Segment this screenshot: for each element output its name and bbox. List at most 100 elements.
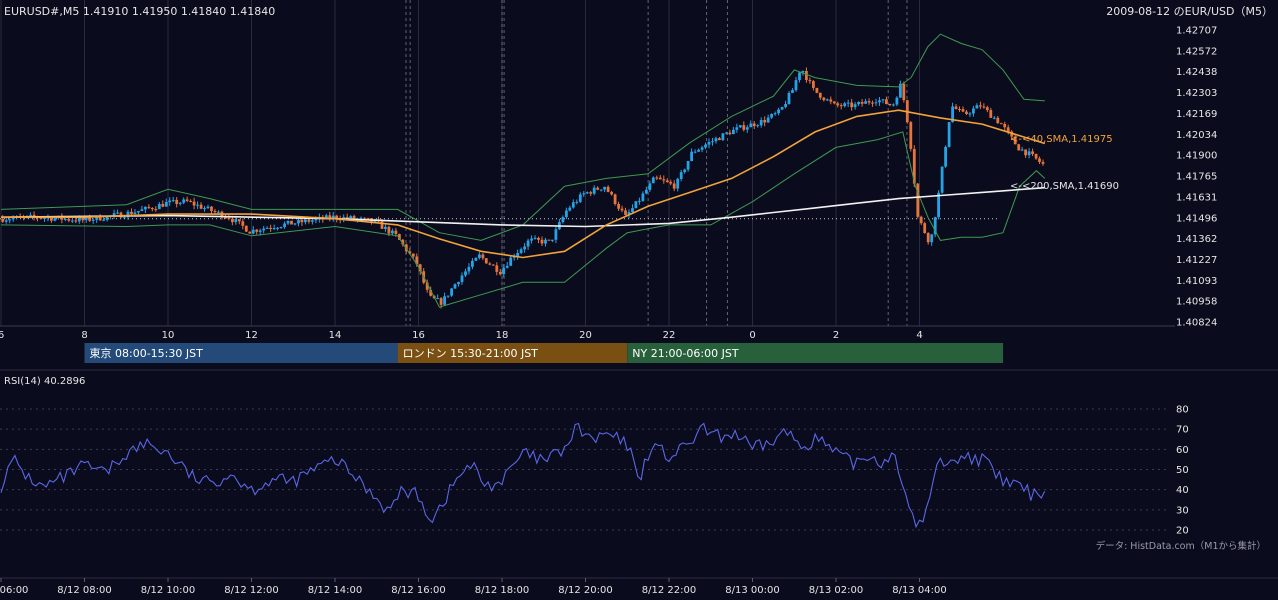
candle-body xyxy=(276,227,279,229)
candle-body xyxy=(613,194,617,204)
candle-body xyxy=(895,97,899,105)
candle-body xyxy=(112,213,116,216)
time-axis-label: 8/12 18:00 xyxy=(475,585,529,596)
chart-canvas: 1.42707 1.42572 1.42438 1.42303 1.42169 1.420… xyxy=(0,0,1278,600)
price-y-tick-label: 1.41227 xyxy=(1176,255,1217,266)
candle-body xyxy=(766,117,770,123)
candle-body xyxy=(436,298,439,300)
candle-body xyxy=(718,138,721,141)
candle-body xyxy=(888,104,892,105)
candle-body xyxy=(464,271,467,276)
candle-body xyxy=(721,133,725,141)
time-axis-label: 06:00 xyxy=(0,585,28,596)
candle-body xyxy=(171,199,175,201)
candle-body xyxy=(290,220,293,225)
price-y-tick-label: 1.41765 xyxy=(1176,172,1217,183)
time-axis-label: 8/12 16:00 xyxy=(391,585,445,596)
candle-body xyxy=(544,239,547,244)
candle-body xyxy=(825,99,829,101)
candle-body xyxy=(81,217,85,221)
source-note: データ: HistData.com（M1から集計） xyxy=(1096,540,1266,552)
price-x-tick-label: 22 xyxy=(663,330,676,341)
time-axis-label: 8/12 08:00 xyxy=(57,585,111,596)
candle-body xyxy=(972,108,975,114)
candle-body xyxy=(745,127,749,130)
candle-body xyxy=(411,253,415,257)
candle-body xyxy=(29,214,32,216)
candle-body xyxy=(634,201,638,209)
candle-body xyxy=(1027,151,1031,156)
candle-body xyxy=(665,180,669,182)
candle-body xyxy=(1024,149,1027,156)
sma40-label: <-<40,SMA,1.41975 xyxy=(1010,134,1113,145)
rsi-y-tick-label: 60 xyxy=(1176,445,1189,456)
price-y-tick-label: 1.40958 xyxy=(1176,297,1217,308)
candle-body xyxy=(502,267,506,275)
candle-body xyxy=(231,218,234,223)
candle-body xyxy=(457,282,460,285)
candle-body xyxy=(954,106,958,109)
candle-body xyxy=(70,220,74,222)
candle-body xyxy=(926,233,930,243)
candle-body xyxy=(658,177,662,180)
price-y-tick-label: 1.40824 xyxy=(1176,318,1217,329)
candle-body xyxy=(150,208,154,210)
candle-body xyxy=(850,102,854,108)
candle-body xyxy=(846,102,850,104)
candle-body xyxy=(992,117,996,119)
candle-body xyxy=(498,272,502,275)
candle-body xyxy=(210,206,213,212)
candle-body xyxy=(481,254,485,259)
candle-body xyxy=(363,217,366,219)
candle-body xyxy=(147,206,151,208)
candle-body xyxy=(43,217,46,219)
candle-body xyxy=(738,125,742,128)
candle-body xyxy=(164,202,168,207)
candle-body xyxy=(384,226,387,229)
candle-body xyxy=(140,209,144,211)
candle-body xyxy=(777,109,780,114)
candle-body xyxy=(829,99,833,102)
candle-body xyxy=(610,191,613,195)
candle-body xyxy=(857,102,860,105)
candle-body xyxy=(930,234,934,243)
candle-body xyxy=(812,81,815,88)
candle-body xyxy=(561,217,565,223)
candle-body xyxy=(773,113,777,115)
candle-body xyxy=(1034,153,1038,159)
symbol-info: EURUSD#,M5 1.41910 1.41950 1.41840 1.418… xyxy=(4,5,275,18)
candle-body xyxy=(839,105,843,107)
candle-body xyxy=(881,99,885,101)
candle-body xyxy=(144,206,147,210)
candle-body xyxy=(255,229,259,232)
candle-body xyxy=(300,219,304,223)
rsi-label: RSI(14) 40.2896 xyxy=(4,376,85,387)
candle-body xyxy=(919,216,923,224)
candle-body xyxy=(742,125,746,130)
time-axis-label: 8/12 14:00 xyxy=(308,585,362,596)
candle-body xyxy=(617,204,620,209)
candle-body xyxy=(540,239,544,244)
candle-body xyxy=(39,218,43,220)
candle-body xyxy=(182,199,186,203)
candle-body xyxy=(672,183,676,189)
sma200-label: <-<200,SMA,1.41690 xyxy=(1010,181,1119,192)
candle-body xyxy=(655,177,659,179)
candle-body xyxy=(439,298,443,305)
candle-body xyxy=(467,266,471,272)
candle-body xyxy=(224,217,227,219)
candle-body xyxy=(596,187,600,190)
candle-body xyxy=(283,223,286,227)
candle-body xyxy=(638,200,641,202)
candle-body xyxy=(304,219,307,223)
candle-body xyxy=(554,229,558,240)
candle-body xyxy=(683,169,687,173)
candle-body xyxy=(784,104,787,108)
candle-body xyxy=(4,220,8,222)
session-bar: 東京 08:00-15:30 JST ロンドン 15:30-21:00 JST NY… xyxy=(84,343,1004,363)
candle-body xyxy=(624,210,627,215)
candle-body xyxy=(645,189,648,194)
candle-body xyxy=(999,123,1003,125)
candle-body xyxy=(64,218,67,220)
candle-body xyxy=(286,220,290,224)
